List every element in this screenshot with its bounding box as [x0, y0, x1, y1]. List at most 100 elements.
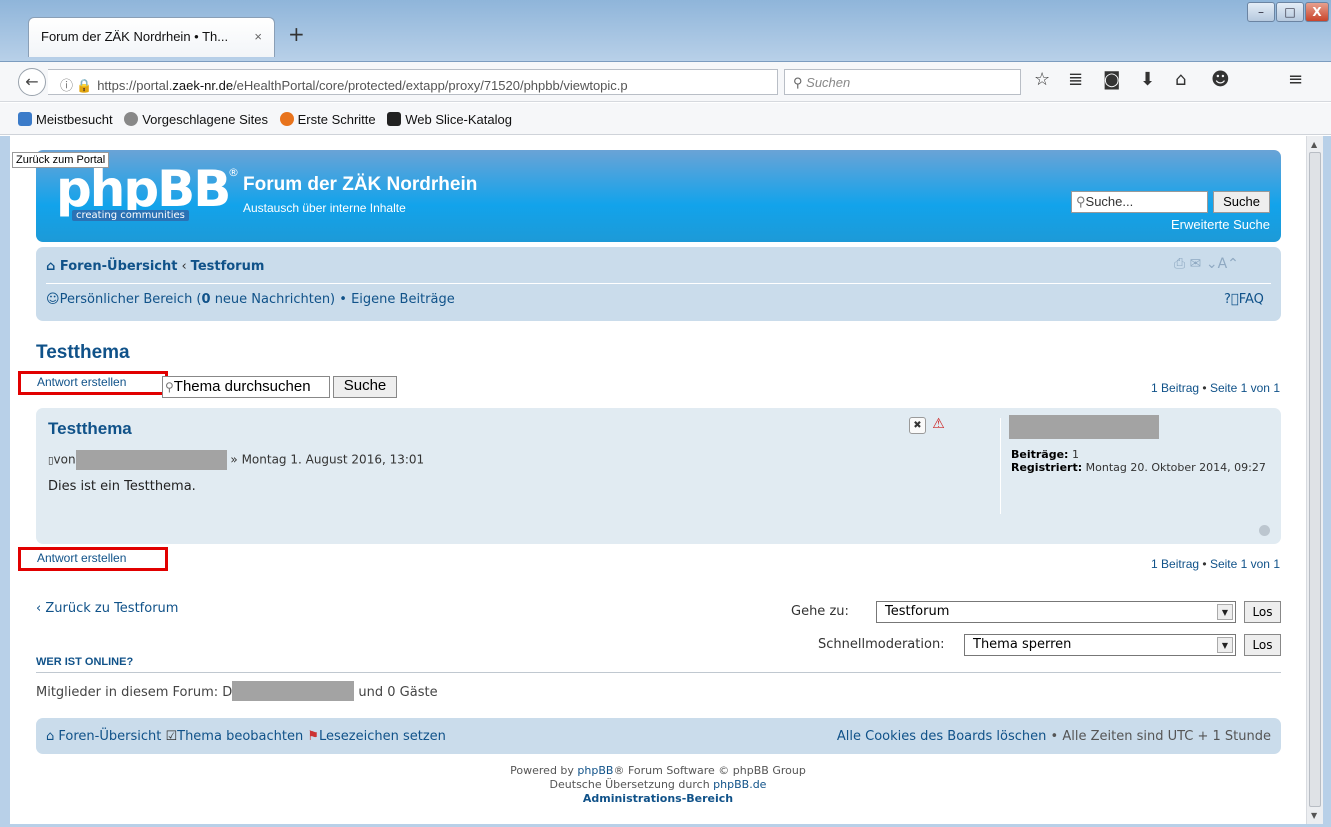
- quick-mod-go-button[interactable]: Los: [1244, 634, 1281, 656]
- post-date: » Montag 1. August 2016, 13:01: [230, 452, 425, 467]
- bookmark-icon: ⚑: [307, 729, 320, 744]
- maximize-button[interactable]: □: [1276, 2, 1304, 22]
- watch-topic-link[interactable]: Thema beobachten: [177, 729, 303, 744]
- minimize-button[interactable]: –: [1247, 2, 1275, 22]
- browser-navbar: ← ⓘ 🔒 https://portal.zaek-nr.de/eHealthPor…: [0, 62, 1331, 102]
- star-icon[interactable]: ☆: [1034, 69, 1050, 90]
- chevron-left-icon: ‹: [36, 601, 46, 616]
- topic-title[interactable]: Testthema: [36, 342, 130, 364]
- menu-icon[interactable]: ≡: [1288, 69, 1303, 90]
- browser-search-input[interactable]: ⚲ Suchen: [784, 69, 1021, 95]
- bookmark-erste-schritte[interactable]: Erste Schritte: [279, 112, 376, 127]
- scroll-thumb[interactable]: [1309, 152, 1321, 807]
- timezone-info: Alle Zeiten sind UTC + 1 Stunde: [1062, 729, 1271, 744]
- url-bar[interactable]: ⓘ 🔒 https://portal.zaek-nr.de/eHealthPorta…: [48, 69, 778, 95]
- breadcrumb-separator: ‹: [181, 259, 187, 274]
- who-is-online-title: WER IST ONLINE?: [36, 656, 134, 668]
- header-search-input[interactable]: ⚲Suche...: [1071, 191, 1208, 213]
- jump-go-button[interactable]: Los: [1244, 601, 1281, 623]
- topic-search-placeholder: Thema durchsuchen: [173, 378, 311, 395]
- topic-search-button[interactable]: Suche: [333, 376, 397, 398]
- new-tab-button[interactable]: +: [288, 22, 305, 46]
- page-tools: ⎙ ✉ ⌄A⌃: [1174, 256, 1239, 272]
- bookmarks-list-icon[interactable]: ≣: [1068, 69, 1083, 90]
- admin-panel-link[interactable]: Administrations-Bereich: [583, 792, 733, 805]
- folder-icon: [18, 112, 32, 126]
- breadcrumb-home[interactable]: Foren-Übersicht: [60, 259, 178, 274]
- web-slice-icon: [387, 112, 402, 126]
- back-to-top-icon[interactable]: [1259, 525, 1270, 536]
- bookmark-topic-link[interactable]: Lesezeichen setzen: [319, 729, 446, 744]
- faq-link[interactable]: ?⃝FAQ: [1224, 292, 1264, 307]
- breadcrumb: ⌂ Foren-Übersicht ‹ Testforum: [46, 259, 264, 274]
- quick-mod-select[interactable]: Thema sperren ▼: [964, 634, 1236, 656]
- back-to-forum-link[interactable]: ‹ Zurück zu Testforum: [36, 601, 178, 616]
- advanced-search-link[interactable]: Erweiterte Suche: [1126, 217, 1270, 232]
- bookmark-web-slice-katalog[interactable]: Web Slice-Katalog: [387, 112, 512, 127]
- post-author-line: ▯von » Montag 1. August 2016, 13:01: [48, 450, 424, 470]
- tab-close-icon[interactable]: ×: [254, 29, 262, 44]
- post-profile-divider: [1000, 418, 1001, 514]
- chat-icon[interactable]: ☻: [1211, 69, 1230, 90]
- lock-icon: 🔒: [76, 78, 93, 93]
- phpbb-de-link[interactable]: phpBB.de: [713, 778, 766, 791]
- site-title[interactable]: Forum der ZÄK Nordrhein: [243, 174, 477, 196]
- home-icon: ⌂: [46, 259, 60, 274]
- bookmark-meistbesucht[interactable]: Meistbesucht: [18, 112, 113, 127]
- delete-post-icon[interactable]: ✖: [909, 417, 926, 434]
- download-icon[interactable]: ⬇: [1140, 69, 1155, 90]
- highlight-box-bottom: [18, 547, 168, 571]
- jump-to-select[interactable]: Testforum ▼: [876, 601, 1236, 623]
- nav-divider: [46, 283, 1271, 284]
- chevron-down-icon[interactable]: ▼: [1217, 604, 1233, 620]
- header-search-button[interactable]: Suche: [1213, 191, 1270, 213]
- chevron-down-icon[interactable]: ▼: [1217, 637, 1233, 653]
- magnifier-icon: ⚲: [793, 75, 803, 90]
- scroll-down-icon[interactable]: ▼: [1311, 811, 1317, 820]
- back-arrow-icon[interactable]: ←: [18, 68, 46, 96]
- profile-stats: Beiträge: 1 Registriert: Montag 20. Okto…: [1011, 448, 1266, 474]
- post-body: Dies ist ein Testthema.: [48, 479, 196, 494]
- page-scrollbar[interactable]: ▲ ▼: [1306, 136, 1323, 824]
- copyright: Powered by phpBB® Forum Software © phpBB…: [510, 764, 806, 805]
- bookmarks-bar: Meistbesucht Vorgeschlagene Sites Erste …: [0, 103, 1331, 135]
- font-size-icon[interactable]: ⌄A⌃: [1206, 256, 1239, 272]
- browser-search-placeholder: Suchen: [806, 75, 851, 90]
- redacted-member: [232, 681, 355, 701]
- url-prefix: https://portal.: [97, 78, 173, 93]
- footer-links-right: Alle Cookies des Boards löschen • Alle Z…: [836, 729, 1271, 744]
- registered-mark: ®: [228, 166, 239, 179]
- search-icon: ⚲: [1076, 194, 1086, 209]
- navigation-panel: ⌂ Foren-Übersicht ‹ Testforum ⎙ ✉ ⌄A⌃ ☺Per…: [36, 247, 1281, 321]
- post-title[interactable]: Testthema: [48, 419, 132, 439]
- search-icon: ⚲: [165, 380, 174, 394]
- footer-home-link[interactable]: Foren-Übersicht: [58, 729, 161, 744]
- personal-area-link[interactable]: Persönlicher Bereich (0 neue Nachrichten…: [60, 292, 336, 307]
- forum-header: phpBB ® creating communities Forum der Z…: [36, 150, 1281, 242]
- footer-links-left: ⌂ Foren-Übersicht ☑Thema beobachten ⚑Les…: [46, 729, 446, 744]
- checkbox-icon: ☑: [165, 729, 178, 744]
- back-to-portal-link[interactable]: Zurück zum Portal: [12, 152, 110, 168]
- close-window-button[interactable]: X: [1305, 2, 1329, 22]
- own-posts-link[interactable]: Eigene Beiträge: [351, 292, 455, 307]
- home-icon: ⌂: [46, 729, 59, 744]
- pocket-icon[interactable]: ◙: [1103, 69, 1120, 90]
- jump-to-label: Gehe zu:: [791, 604, 849, 619]
- phpbb-logo[interactable]: phpBB ® creating communities: [56, 160, 239, 226]
- highlight-box-top: [18, 371, 168, 395]
- topic-search-input[interactable]: ⚲Thema durchsuchen: [162, 376, 330, 398]
- bookmark-vorgeschlagene-sites[interactable]: Vorgeschlagene Sites: [124, 112, 268, 127]
- browser-tab-active[interactable]: Forum der ZÄK Nordrhein • Th... ×: [28, 17, 275, 57]
- logo-tagline: creating communities: [72, 210, 189, 221]
- phpbb-link[interactable]: phpBB: [577, 764, 613, 777]
- scroll-up-icon[interactable]: ▲: [1311, 140, 1317, 149]
- url-domain: zaek-nr.de: [172, 78, 234, 93]
- email-icon[interactable]: ✉: [1190, 256, 1202, 272]
- report-post-icon[interactable]: ⚠: [930, 417, 947, 434]
- site-info-icon[interactable]: ⓘ: [60, 78, 73, 93]
- user-links: ☺Persönlicher Bereich (0 neue Nachrichte…: [46, 292, 455, 307]
- home-icon[interactable]: ⌂: [1175, 69, 1186, 90]
- breadcrumb-forum[interactable]: Testforum: [191, 259, 265, 274]
- print-icon[interactable]: ⎙: [1174, 256, 1185, 272]
- delete-cookies-link[interactable]: Alle Cookies des Boards löschen: [837, 729, 1047, 744]
